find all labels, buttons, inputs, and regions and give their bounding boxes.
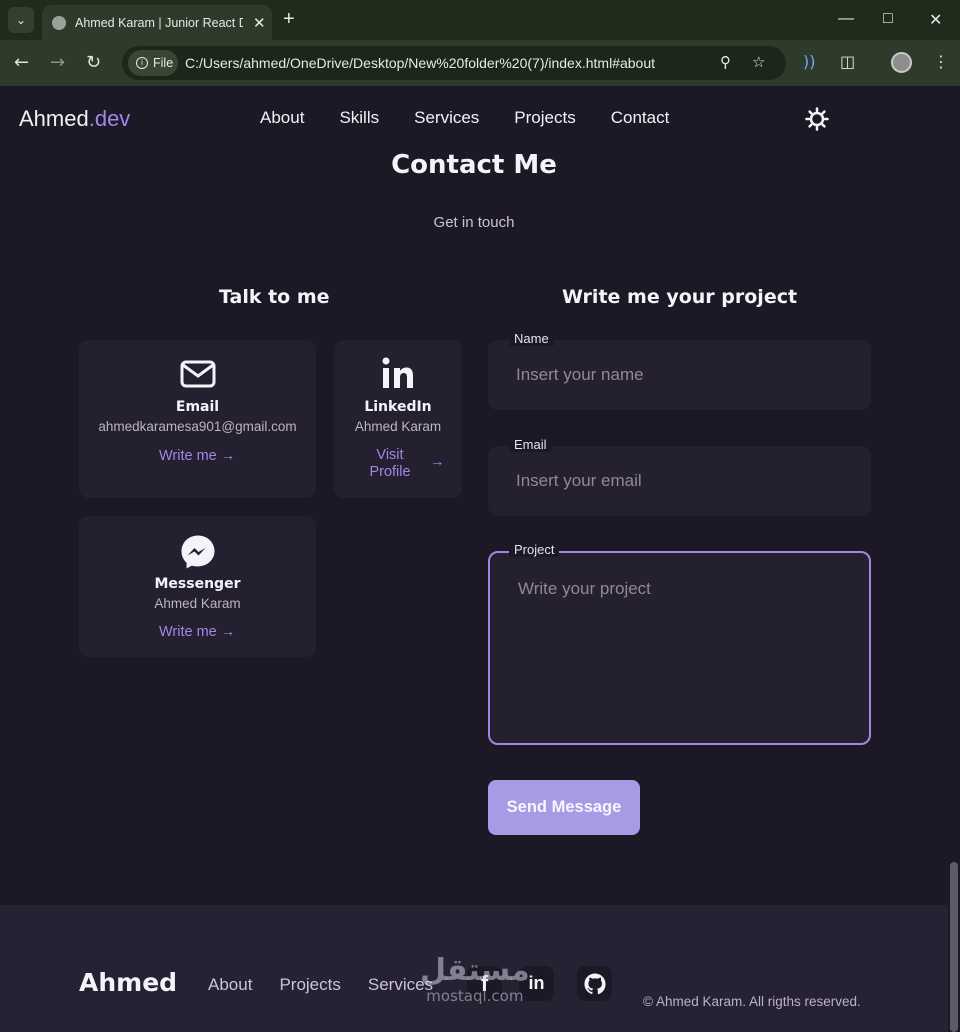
footer-link-projects[interactable]: Projects [279, 975, 340, 995]
browser-tab[interactable]: Ahmed Karam | Junior React De ✕ [42, 5, 272, 40]
linkedin-card: LinkedIn Ahmed Karam Visit Profile → [334, 340, 462, 498]
project-field[interactable] [488, 551, 871, 745]
linkedin-visit-profile-label: Visit Profile [369, 447, 411, 480]
name-label: Name [509, 331, 554, 346]
tab-title: Ahmed Karam | Junior React De [75, 15, 243, 30]
footer: Ahmed About Projects Services f in مستقل… [0, 905, 948, 1032]
nav-link-about[interactable]: About [260, 108, 304, 128]
talk-title: Talk to me [219, 286, 330, 308]
linkedin-visit-profile-link[interactable]: Visit Profile → [364, 447, 452, 481]
footer-links: About Projects Services [208, 975, 433, 995]
email-input[interactable] [488, 446, 871, 516]
email-write-me-link[interactable]: Write me → [159, 448, 235, 464]
write-title: Write me your project [561, 286, 798, 308]
logo-accent-text: .dev [88, 106, 131, 131]
project-label: Project [509, 542, 560, 557]
page-scrollbar[interactable] [948, 86, 960, 1032]
arrow-right-icon: → [220, 624, 236, 640]
project-textarea[interactable] [490, 553, 869, 743]
linkedin-name: Ahmed Karam [354, 419, 442, 434]
copyright: © Ahmed Karam. All rigths reserved. [643, 994, 861, 1009]
forward-icon[interactable]: → [50, 52, 65, 73]
linkedin-icon [334, 356, 462, 390]
bookmark-star-icon[interactable]: ☆ [752, 53, 765, 71]
address-bar[interactable]: i File C:/Users/ahmed/OneDrive/Desktop/Ne… [122, 46, 786, 80]
arrow-right-icon: → [220, 448, 236, 464]
email-write-me-label: Write me [159, 448, 217, 464]
mostaql-watermark: مستقل mostaql.com [420, 953, 530, 1006]
arrow-right-icon: → [430, 454, 445, 470]
chevron-down-icon: ⌄ [15, 13, 27, 27]
nav-link-skills[interactable]: Skills [339, 108, 379, 128]
messenger-icon [79, 534, 316, 570]
email-card: Email ahmedkaramesa901@gmail.com Write m… [79, 340, 316, 498]
scrollbar-thumb[interactable] [950, 862, 958, 1032]
send-message-button[interactable]: Send Message [488, 780, 640, 835]
globe-icon [52, 15, 66, 30]
tab-close-icon[interactable]: ✕ [253, 14, 266, 32]
tab-search-button[interactable]: ⌄ [8, 7, 34, 33]
window-close-icon[interactable]: ✕ [929, 10, 942, 30]
watermark-latin: mostaql.com [426, 987, 524, 1005]
browser-tab-bar: ⌄ Ahmed Karam | Junior React De ✕ + — □ … [0, 0, 960, 40]
messenger-name: Ahmed Karam [154, 596, 241, 611]
url-text[interactable]: C:/Users/ahmed/OneDrive/Desktop/New%20fo… [185, 55, 655, 71]
site-logo[interactable]: Ahmed.dev [19, 106, 130, 132]
messenger-write-me-link[interactable]: Write me → [159, 624, 235, 640]
watermark-arabic: مستقل [420, 953, 530, 988]
zoom-icon[interactable]: ⚲ [720, 53, 731, 71]
info-icon: i [136, 57, 148, 69]
browser-menu-icon[interactable]: ⋮ [933, 52, 949, 71]
browser-toolbar: ← → ↻ i File C:/Users/ahmed/OneDrive/Desk… [0, 40, 960, 86]
extension-audio-icon[interactable]: )) [803, 52, 815, 71]
logo-main-text: Ahmed [19, 106, 89, 131]
name-field[interactable] [488, 340, 871, 410]
contact-subtitle: Get in touch [433, 214, 515, 231]
nav-link-contact[interactable]: Contact [611, 108, 670, 128]
email-card-title: Email [175, 399, 220, 415]
extensions-puzzle-icon[interactable]: ◫ [840, 52, 855, 71]
email-field[interactable] [488, 446, 871, 516]
email-address: ahmedkaramesa901@gmail.com [98, 419, 297, 434]
back-icon[interactable]: ← [14, 52, 29, 73]
footer-link-about[interactable]: About [208, 975, 252, 995]
site-info-label: File [153, 56, 174, 70]
minimize-icon[interactable]: — [838, 10, 854, 28]
nav-link-services[interactable]: Services [414, 108, 479, 128]
web-page: Ahmed.dev About Skills Services Projects… [0, 86, 960, 1032]
messenger-card: Messenger Ahmed Karam Write me → [79, 516, 316, 657]
top-nav: About Skills Services Projects Contact [260, 108, 669, 128]
nav-link-projects[interactable]: Projects [514, 108, 575, 128]
reload-icon[interactable]: ↻ [86, 52, 101, 73]
messenger-card-title: Messenger [154, 576, 241, 592]
name-input[interactable] [488, 340, 871, 410]
contact-title: Contact Me [391, 150, 557, 180]
sun-theme-toggle-icon[interactable] [805, 107, 829, 131]
email-label: Email [509, 437, 552, 452]
maximize-icon[interactable]: □ [883, 10, 893, 28]
github-icon[interactable] [577, 966, 612, 1001]
site-info-chip[interactable]: i File [128, 50, 178, 76]
new-tab-button[interactable]: + [283, 8, 295, 31]
messenger-write-me-label: Write me [159, 624, 217, 640]
footer-logo[interactable]: Ahmed [79, 968, 177, 997]
linkedin-card-title: LinkedIn [364, 399, 432, 415]
mail-icon [79, 360, 316, 388]
profile-avatar[interactable] [891, 52, 912, 73]
